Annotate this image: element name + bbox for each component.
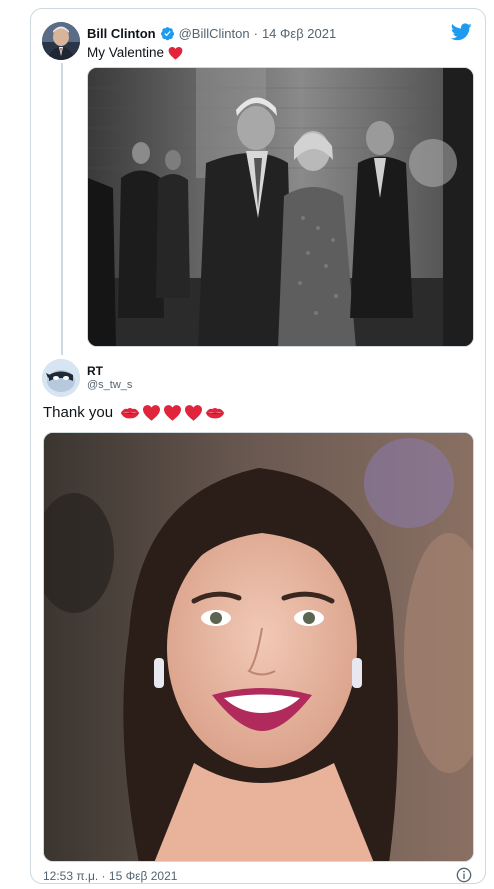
tweet-photo-couple[interactable] (87, 67, 474, 347)
reply-author-avatar[interactable] (42, 359, 80, 397)
heart-icon (142, 404, 161, 421)
verified-badge-icon (160, 26, 175, 41)
author-handle[interactable]: @BillClinton (179, 26, 250, 41)
tweet-text: My Valentine (87, 45, 183, 60)
original-tweet[interactable]: Bill Clinton @BillClinton · 14 Φεβ 2021 … (31, 9, 485, 355)
heart-icon (168, 46, 183, 60)
tweet-date[interactable]: 14 Φεβ 2021 (262, 26, 336, 41)
twitter-bird-icon[interactable] (451, 23, 472, 41)
heart-icon (163, 404, 182, 421)
reply-author-handle[interactable]: @s_tw_s (87, 379, 132, 391)
author-name[interactable]: Bill Clinton (87, 26, 156, 41)
reply-author-name[interactable]: RT (87, 364, 103, 378)
author-avatar[interactable] (42, 22, 80, 60)
kiss-mark-icon (120, 406, 140, 420)
tweet-photo-portrait[interactable] (43, 432, 474, 862)
reply-tweet-text: Thank you (43, 404, 225, 421)
reply-text-content: Thank you (43, 404, 114, 421)
tweet-card[interactable]: Bill Clinton @BillClinton · 14 Φεβ 2021 … (30, 8, 486, 884)
info-icon[interactable] (456, 867, 472, 883)
kiss-mark-icon (205, 406, 225, 420)
tweet-text-content: My Valentine (87, 45, 165, 60)
thread-connector-line (61, 63, 63, 355)
tweet-header: Bill Clinton @BillClinton · 14 Φεβ 2021 (87, 26, 336, 41)
header-separator: · (253, 26, 258, 41)
tweet-timestamp[interactable]: 12:53 π.μ. · 15 Φεβ 2021 (43, 869, 177, 883)
heart-icon (184, 404, 203, 421)
